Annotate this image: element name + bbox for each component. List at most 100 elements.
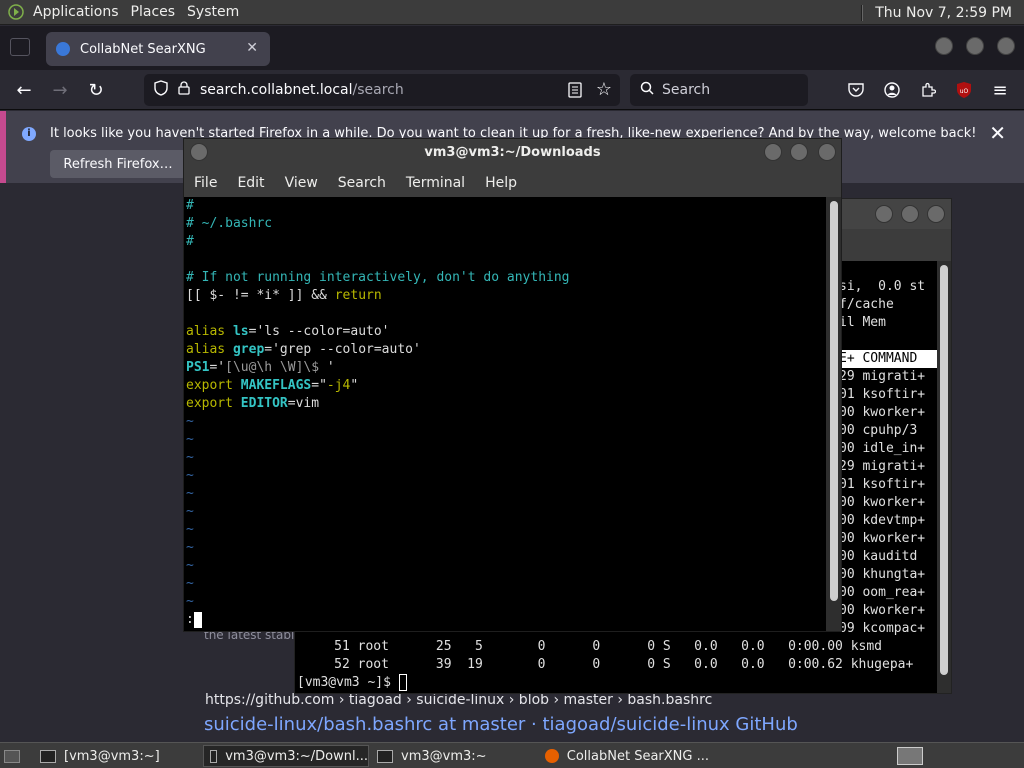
result-title-link[interactable]: suicide-linux/bash.bashrc at master · ti… (204, 714, 798, 735)
code-string: [\u@\h \W]\$ (225, 360, 327, 375)
menu-view[interactable]: View (275, 175, 328, 191)
taskbar-item-terminal-1[interactable]: [vm3@vm3:~] (34, 745, 200, 767)
shell-prompt[interactable]: [vm3@vm3 ~]$ (297, 674, 407, 692)
hamburger-menu-icon[interactable]: ≡ (988, 78, 1012, 102)
bookmark-star-icon[interactable]: ☆ (596, 79, 612, 100)
svg-text:uO: uO (960, 88, 969, 95)
url-path: /search (352, 82, 404, 98)
menu-terminal[interactable]: Terminal (396, 175, 475, 191)
places-menu[interactable]: Places (125, 0, 182, 25)
process-row: 00 kworker+ (839, 495, 926, 510)
url-bar[interactable]: search.collabnet.local/search ☆ (144, 74, 620, 106)
reader-view-icon[interactable] (568, 82, 582, 102)
scrollbar-thumb[interactable] (940, 265, 948, 675)
code-line: # ~/.bashrc (186, 216, 273, 231)
vim-editor-screen[interactable]: # # ~/.bashrc # # If not running interac… (184, 197, 826, 631)
process-row: 52 root 39 19 0 0 0 S 0.0 0.0 0:00.62 kh… (295, 657, 914, 672)
refresh-firefox-button[interactable]: Refresh Firefox… (50, 150, 186, 178)
fg-close-button[interactable] (818, 143, 836, 161)
process-row: 51 root 25 5 0 0 0 S 0.0 0.0 0:00.00 ksm… (295, 639, 882, 654)
menu-file[interactable]: File (184, 175, 227, 191)
code-keyword: return (334, 288, 382, 303)
code-line: export EDITOR=vim (186, 395, 319, 413)
empty-line-tilde: ~ (186, 522, 194, 537)
system-menu[interactable]: System (181, 0, 245, 25)
bg-minimize-button[interactable] (875, 205, 893, 223)
background-terminal-scrollbar[interactable] (937, 261, 951, 693)
account-icon[interactable] (880, 78, 904, 102)
back-arrow-icon[interactable]: ← (12, 78, 36, 102)
code-token: [[ $- != *i* ]] && (186, 288, 335, 303)
taskbar-item-firefox[interactable]: CollabNet SearXNG ... (539, 745, 709, 767)
taskbar-item-terminal-downloads[interactable]: vm3@vm3:~/Downl... (203, 745, 369, 767)
bg-close-button[interactable] (927, 205, 945, 223)
top-header-row: E+ COMMAND (839, 350, 937, 368)
process-row: 01 ksoftir+ (839, 387, 926, 402)
code-keyword: alias (186, 324, 233, 339)
tab-collabnet-searxng[interactable]: CollabNet SearXNG ✕ (46, 32, 270, 66)
foreground-terminal-window[interactable]: vm3@vm3:~/Downloads File Edit View Searc… (183, 138, 842, 632)
menu-help[interactable]: Help (475, 175, 527, 191)
extensions-puzzle-icon[interactable] (916, 78, 940, 102)
code-keyword: alias (186, 342, 233, 357)
foreground-terminal-scrollbar[interactable] (826, 197, 841, 631)
vim-command-line[interactable]: : (186, 611, 202, 629)
info-icon: i (22, 127, 36, 141)
close-window-button[interactable] (997, 37, 1015, 55)
reload-icon[interactable]: ↻ (84, 78, 108, 102)
clock[interactable]: Thu Nov 7, 2:59 PM (869, 5, 1024, 21)
minimize-window-button[interactable] (935, 37, 953, 55)
fg-minimize-button[interactable] (764, 143, 782, 161)
shield-icon[interactable] (154, 80, 168, 100)
terminal-title[interactable]: vm3@vm3:~/Downloads (184, 139, 841, 167)
terminal-cursor (193, 611, 202, 628)
code-string: ='grep --color=auto' (264, 342, 421, 357)
scrollbar-thumb[interactable] (830, 201, 838, 601)
process-row: 29 migrati+ (839, 369, 926, 384)
code-keyword: export (186, 396, 241, 411)
lock-icon[interactable] (178, 81, 190, 99)
taskbar-item-label: vm3@vm3:~/Downl... (225, 748, 368, 764)
code-token: " (350, 378, 359, 393)
top-row: si, 0.0 st (839, 279, 926, 294)
process-row: 00 idle_in+ (839, 441, 926, 456)
code-line: alias grep='grep --color=auto' (186, 341, 421, 359)
firefox-view-icon[interactable] (10, 38, 30, 56)
bg-maximize-button[interactable] (901, 205, 919, 223)
ublock-origin-icon[interactable]: uO (952, 78, 976, 102)
close-notification-icon[interactable]: ✕ (989, 121, 1006, 145)
code-line: alias ls='ls --color=auto' (186, 323, 390, 341)
search-bar[interactable]: Search (630, 74, 808, 106)
empty-line-tilde: ~ (186, 450, 194, 465)
distro-logo-icon[interactable] (7, 3, 25, 21)
result-breadcrumb[interactable]: https://github.com › tiagoad › suicide-l… (205, 692, 712, 708)
top-panel: Applications Places System Thu Nov 7, 2:… (0, 0, 1024, 25)
close-tab-icon[interactable]: ✕ (246, 40, 258, 56)
menu-search[interactable]: Search (328, 175, 396, 191)
terminal-icon (377, 749, 393, 763)
search-icon (640, 81, 654, 99)
pocket-icon[interactable] (844, 78, 868, 102)
applications-menu[interactable]: Applications (27, 0, 125, 25)
tab-favicon-icon (56, 42, 70, 56)
empty-line-tilde: ~ (186, 486, 194, 501)
window-menu-icon[interactable] (190, 143, 208, 161)
taskbar-item-terminal-3[interactable]: vm3@vm3:~ (371, 745, 537, 767)
code-identifier: PS1 (186, 360, 210, 375)
fg-maximize-button[interactable] (790, 143, 808, 161)
tab-title: CollabNet SearXNG (80, 41, 206, 57)
code-identifier: ls (232, 324, 249, 339)
top-row: f/cache (839, 297, 894, 312)
process-row: 00 khungta+ (839, 567, 926, 582)
maximize-window-button[interactable] (966, 37, 984, 55)
code-line: PS1='[\u@\h \W]\$ ' (186, 359, 335, 377)
menu-edit[interactable]: Edit (227, 175, 274, 191)
workspace-switcher[interactable] (894, 745, 926, 767)
desktop-icon (4, 749, 20, 763)
show-desktop-button[interactable] (2, 745, 24, 767)
process-row: 00 kdevtmp+ (839, 513, 926, 528)
process-row: 00 kworker+ (839, 531, 926, 546)
process-row: 00 kworker+ (839, 405, 926, 420)
terminal-menubar: File Edit View Search Terminal Help (184, 169, 841, 197)
forward-arrow-icon[interactable]: → (48, 78, 72, 102)
